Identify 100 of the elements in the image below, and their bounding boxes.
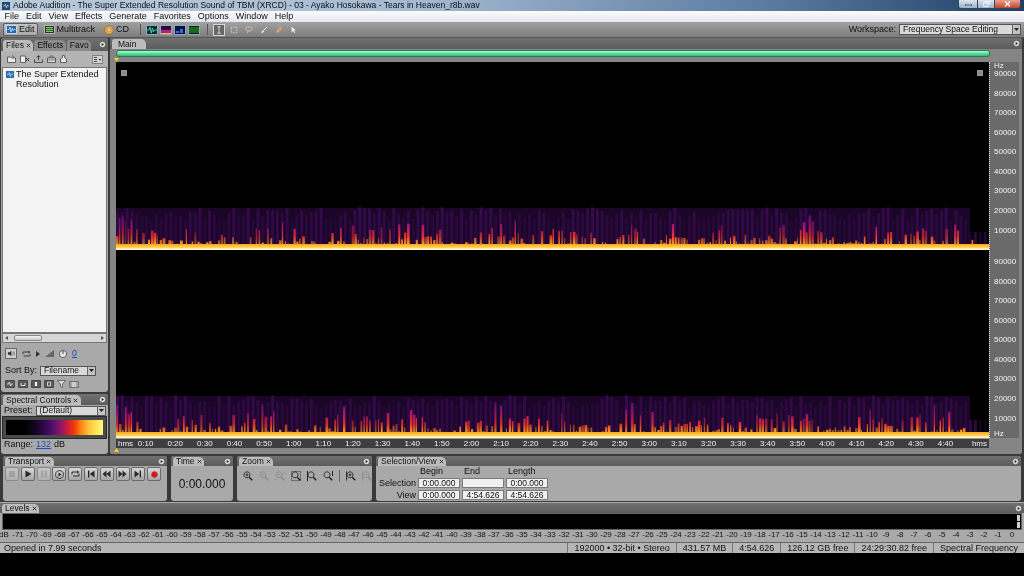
menu-item[interactable]: Help [271, 12, 297, 21]
time-field[interactable]: 4:54.626 [506, 490, 548, 500]
level-scale-label: -55 [236, 530, 248, 539]
list-view-icon[interactable] [92, 54, 103, 64]
scroll-left-icon[interactable] [5, 336, 8, 340]
time-label: 2:30 [552, 438, 569, 448]
panel-tab[interactable]: Favo [66, 40, 92, 51]
panel-tab[interactable]: Zoom [239, 457, 274, 466]
panel-tab[interactable]: Effects [34, 40, 66, 51]
bar-tile-icon[interactable] [31, 380, 41, 388]
bottle-icon[interactable] [60, 55, 67, 63]
panel-tab[interactable]: Time [173, 457, 205, 466]
overview-bar[interactable] [116, 50, 990, 57]
panel-menu-icon[interactable] [158, 457, 165, 465]
multitrack-view-button[interactable]: Multitrack [40, 23, 99, 36]
playhead-marker-icon[interactable] [114, 448, 119, 452]
u-shape-tile-icon[interactable] [18, 380, 28, 388]
loop-button[interactable] [68, 467, 83, 481]
wave-tile-icon[interactable] [5, 380, 15, 388]
tray-up-icon[interactable] [34, 55, 43, 63]
panel-tab[interactable]: Levels [2, 504, 40, 513]
text-cursor-icon[interactable] [213, 23, 226, 36]
menu-item[interactable]: Generate [105, 12, 151, 21]
record-button[interactable] [147, 467, 162, 481]
scrollbar-thumb[interactable] [14, 335, 42, 341]
close-icon[interactable] [265, 459, 271, 464]
go-to-end-button[interactable] [131, 467, 146, 481]
panel-tab[interactable]: Transport [5, 457, 54, 466]
briefcase-icon[interactable] [47, 55, 56, 63]
magnifier-vertical-plus-icon[interactable] [346, 471, 356, 481]
close-icon[interactable] [196, 459, 202, 464]
pan-tile-icon[interactable] [174, 24, 187, 35]
level-scale-label: -54 [250, 530, 262, 539]
panel-tab[interactable]: Selection/View [378, 457, 447, 466]
menu-item[interactable]: Favorites [150, 12, 195, 21]
level-scale-label: -50 [306, 530, 318, 539]
time-label: 2:50 [611, 438, 628, 448]
magnifier-plus-icon[interactable] [243, 471, 253, 481]
play-button[interactable] [20, 467, 35, 481]
loop-icon[interactable] [22, 349, 31, 358]
magnifier-frame-icon[interactable] [291, 471, 301, 481]
close-icon[interactable] [46, 459, 52, 464]
time-field[interactable]: 0:00.000 [506, 478, 548, 488]
workspace-dropdown[interactable]: Frequency Space Editing [899, 24, 1021, 35]
close-icon[interactable] [438, 459, 444, 464]
close-button[interactable] [995, 0, 1021, 9]
menu-item[interactable]: File [1, 12, 23, 21]
menu-item[interactable]: Effects [71, 12, 106, 21]
time-field[interactable]: 0:00.000 [418, 490, 460, 500]
square-tile-icon[interactable] [44, 380, 54, 388]
speaker-icon[interactable] [5, 348, 17, 359]
edit-view-button[interactable]: Edit [3, 23, 38, 36]
list-entry[interactable]: The Super Extended Resolution [6, 70, 104, 90]
time-label: 0:30 [197, 438, 213, 448]
panel-tab[interactable]: Spectral Controls [3, 395, 81, 405]
maximize-button[interactable] [978, 0, 995, 9]
time-field[interactable]: 4:54.626 [462, 490, 504, 500]
spectrogram-tile-icon[interactable] [160, 24, 173, 35]
level-scale-label: -36 [502, 530, 514, 539]
time-display: 0:00.000 [178, 477, 226, 490]
panel-menu-icon[interactable] [1015, 504, 1022, 512]
rewind-icon [102, 470, 112, 478]
panel-menu-icon[interactable] [224, 457, 231, 465]
knob-icon[interactable] [59, 349, 67, 358]
time-field[interactable]: 0:00.000 [418, 478, 460, 488]
time-field[interactable] [462, 478, 504, 488]
magnifier-right-bar-icon[interactable] [323, 471, 333, 481]
close-icon[interactable] [73, 397, 79, 403]
panel-menu-icon[interactable] [1013, 40, 1020, 47]
folder-icon[interactable] [7, 55, 16, 63]
horizontal-scrollbar[interactable] [2, 333, 107, 343]
menu-item[interactable]: Options [194, 12, 233, 21]
play-icon[interactable] [36, 350, 40, 357]
rewind-button[interactable] [99, 467, 114, 481]
panel-tab[interactable]: Main [112, 39, 147, 49]
go-to-start-button[interactable] [84, 467, 98, 481]
film-icon[interactable] [69, 380, 79, 388]
playhead-marker-icon[interactable] [114, 57, 119, 62]
magnifier-left-bar-icon[interactable] [307, 471, 317, 481]
panel-menu-icon[interactable] [1012, 457, 1019, 465]
close-icon[interactable] [25, 43, 31, 48]
cd-view-button[interactable]: CD [101, 23, 133, 36]
funnel-icon[interactable] [57, 380, 66, 388]
menu-item[interactable]: Window [232, 12, 272, 21]
minimize-button[interactable] [958, 0, 978, 9]
sort-dropdown[interactable]: Filename [40, 365, 96, 376]
panel-menu-icon[interactable] [99, 41, 106, 48]
play-to-end-button[interactable] [52, 467, 67, 481]
panel-menu-icon[interactable] [99, 396, 106, 403]
menu-item[interactable]: Edit [22, 12, 46, 21]
panel-menu-icon[interactable] [363, 457, 370, 465]
menu-item[interactable]: View [45, 12, 72, 21]
panel-tab[interactable]: Files [3, 40, 34, 51]
close-icon[interactable] [31, 506, 37, 511]
page-x-icon[interactable] [20, 55, 30, 63]
waveform-tile-icon[interactable] [146, 24, 159, 35]
scroll-right-icon[interactable] [101, 336, 104, 340]
preset-dropdown[interactable]: (Default) [35, 405, 106, 416]
phase-tile-icon[interactable] [188, 24, 201, 35]
fast-forward-button[interactable] [115, 467, 130, 481]
